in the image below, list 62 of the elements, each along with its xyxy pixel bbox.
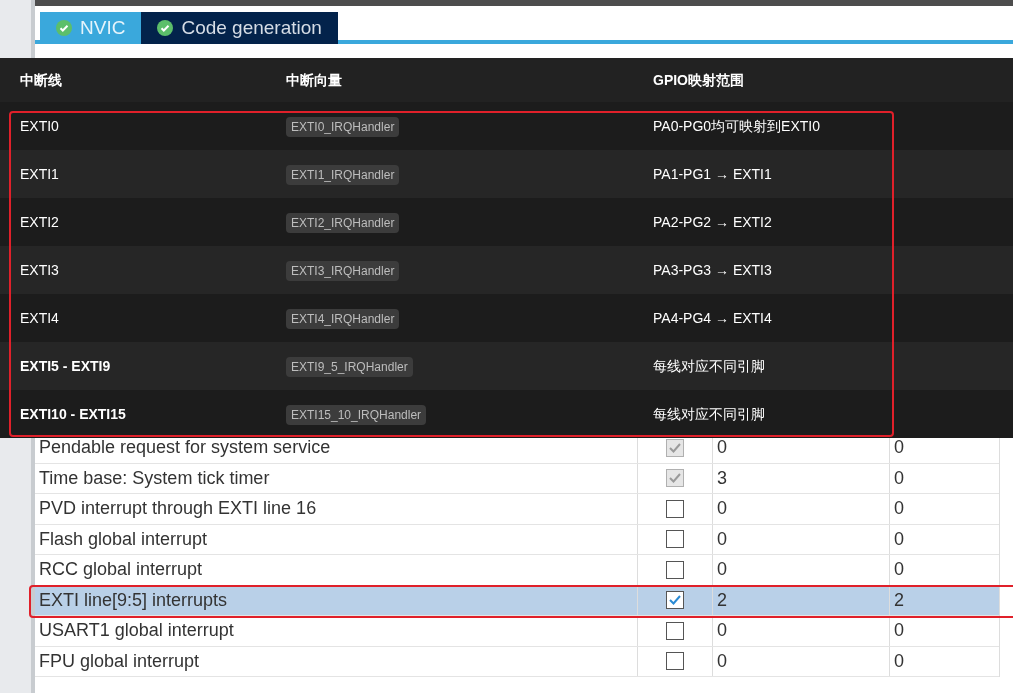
column-header: GPIO映射范围 <box>653 71 744 88</box>
table-cell-text: 0 <box>717 558 727 582</box>
table-cell-text: 3 <box>717 466 727 490</box>
table-cell: EXTI3 <box>20 261 59 278</box>
table-cell-text: PVD interrupt through EXTI line 16 <box>39 497 317 521</box>
table-cell-text: RCC global interrupt <box>39 558 203 582</box>
table-cell-text: 0 <box>894 649 904 673</box>
table-cell-text: FPU global interrupt <box>39 649 200 673</box>
table-cell-text: Flash global interrupt <box>39 527 208 551</box>
checkbox[interactable] <box>666 530 684 549</box>
code-tag: EXTI3_IRQHandler <box>286 260 400 281</box>
table-cell-text: 0 <box>894 436 904 460</box>
code-tag: EXTI2_IRQHandler <box>286 212 400 233</box>
table-cell-text: 0 <box>894 497 904 521</box>
table-cell-text: 0 <box>717 436 727 460</box>
table-row[interactable]: FPU global interrupt 0 0 <box>35 646 999 677</box>
table-cell-text: USART1 global interrupt <box>39 619 234 643</box>
table-cell: PA0-PG0均可映射到EXTI0 <box>653 117 820 134</box>
code-tag: EXTI9_5_IRQHandler <box>286 356 413 377</box>
check-circle-icon <box>56 20 72 36</box>
table-cell-text: 0 <box>894 466 904 490</box>
table-cell: 每线对应不同引脚 <box>653 357 765 374</box>
table-cell-text: 2 <box>717 588 727 612</box>
table-row[interactable]: EXTI line[9:5] interrupts 2 2 <box>35 585 999 616</box>
table-cell: EXTI1 <box>20 165 59 182</box>
table-row[interactable]: PVD interrupt through EXTI line 16 0 0 <box>35 494 999 525</box>
checkbox[interactable] <box>666 652 684 671</box>
checkbox[interactable] <box>666 560 684 579</box>
checkbox[interactable] <box>666 499 684 518</box>
table-cell: EXTI10 - EXTI15 <box>20 405 126 422</box>
table-cell: PA1-PG1 → EXTI1 <box>653 165 772 182</box>
code-tag: EXTI0_IRQHandler <box>286 116 400 137</box>
code-tag: EXTI15_10_IRQHandler <box>286 404 427 425</box>
table-row[interactable]: Flash global interrupt 0 0 <box>35 524 999 555</box>
table-cell-text: EXTI line[9:5] interrupts <box>39 588 228 612</box>
table-cell: PA3-PG3 → EXTI3 <box>653 261 772 278</box>
table-row[interactable]: USART1 global interrupt 0 0 <box>35 616 999 647</box>
table-cell: 每线对应不同引脚 <box>653 405 765 422</box>
table-cell-text: 0 <box>717 619 727 643</box>
table-cell-text: 0 <box>894 619 904 643</box>
table-cell-text: 0 <box>717 527 727 551</box>
table-cell: EXTI2 <box>20 213 59 230</box>
table-cell-text: Time base: System tick timer <box>39 466 270 490</box>
code-tag: EXTI1_IRQHandler <box>286 164 400 185</box>
table-cell-text: 2 <box>894 588 904 612</box>
table-cell-text: 0 <box>894 527 904 551</box>
table-cell: PA4-PG4 → EXTI4 <box>653 309 772 326</box>
table-cell-text: 0 <box>717 497 727 521</box>
code-tag: EXTI4_IRQHandler <box>286 308 400 329</box>
table-cell: EXTI5 - EXTI9 <box>20 357 111 374</box>
column-header: 中断线 <box>20 71 62 88</box>
check-circle-icon <box>157 20 174 36</box>
table-cell-text: Pendable request for system service <box>39 436 331 460</box>
table-cell: EXTI4 <box>20 309 59 326</box>
table-cell-text: 0 <box>894 558 904 582</box>
table-cell: EXTI0 <box>20 117 59 134</box>
table-cell: PA2-PG2 → EXTI2 <box>653 213 772 230</box>
column-header: 中断向量 <box>286 71 342 88</box>
checkbox[interactable] <box>666 591 684 610</box>
tab[interactable]: Code generation <box>141 12 338 44</box>
checkbox[interactable] <box>666 621 684 640</box>
table-cell-text: 0 <box>717 649 727 673</box>
